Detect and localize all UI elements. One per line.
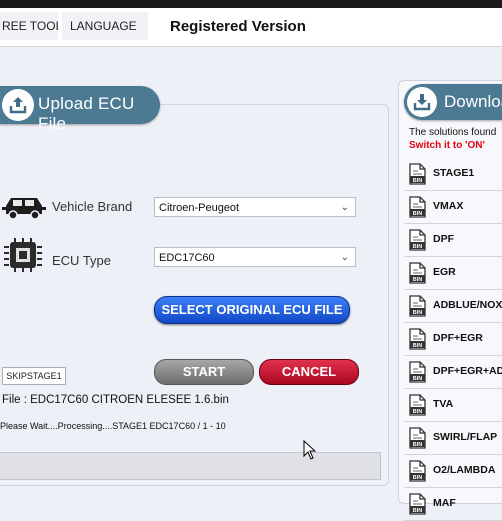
chevron-down-icon: ⌄ [340,202,349,213]
solutions-found-text: The solutions found [409,127,497,138]
bin-file-icon: BIN [406,163,428,190]
bin-file-icon: BIN [406,493,428,520]
bin-file-icon-label: BIN [413,343,423,349]
upload-icon [2,89,34,121]
solution-item[interactable]: BIN MAF [404,488,502,521]
cancel-button[interactable]: CANCEL [259,359,359,385]
vehicle-brand-label: Vehicle Brand [52,199,133,214]
vehicle-brand-select[interactable]: Citroen-Peugeot ⌄ [154,197,356,217]
top-dark-band [0,0,502,8]
bin-file-icon: BIN [406,262,428,289]
bin-file-icon-label: BIN [413,244,423,250]
solution-item[interactable]: BIN EGR [404,257,502,290]
bin-file-icon: BIN [406,394,428,421]
bin-file-icon: BIN [406,295,428,322]
bin-file-icon: BIN [406,229,428,256]
select-original-ecu-file-button[interactable]: SELECT ORIGINAL ECU FILE [154,296,350,324]
bin-file-icon-label: BIN [413,409,423,415]
solution-name: EGR [433,266,456,278]
bin-file-icon: BIN [406,328,428,355]
solution-name: ADBLUE/NOX [433,299,502,311]
ecu-type-select[interactable]: EDC17C60 ⌄ [154,247,356,267]
solution-name: TVA [433,398,454,410]
ecu-type-label: ECU Type [52,253,112,268]
solution-name: DPF+EGR [433,332,483,344]
solution-name: MAF [433,497,456,509]
solution-item[interactable]: BIN DPF [404,224,502,257]
solution-item[interactable]: BIN ADBLUE/NOX [404,290,502,323]
download-icon [407,87,437,117]
download-label: Downloa [444,92,502,111]
bin-file-icon-label: BIN [413,178,423,184]
solution-item[interactable]: BIN O2/LAMBDA [404,455,502,488]
solution-item[interactable]: BIN DPF+EGR+AD [404,356,502,389]
menu-bar: REE TOOLS LANGUAGE Registered Version [0,8,502,47]
bin-file-icon-label: BIN [413,442,423,448]
bin-file-icon: BIN [406,427,428,454]
solution-item[interactable]: BIN SWIRL/FLAP [404,422,502,455]
bin-file-icon: BIN [406,361,428,388]
skip-stage1-button[interactable]: SKIPSTAGE1 [2,367,66,385]
solution-name: DPF [433,233,454,245]
progress-bar [0,452,381,480]
menu-free-tools[interactable]: REE TOOLS [0,12,58,40]
bin-file-icon-label: BIN [413,475,423,481]
solution-item[interactable]: BIN VMAX [404,191,502,224]
solution-item[interactable]: BIN TVA [404,389,502,422]
mouse-cursor-icon [303,439,317,465]
solution-name: VMAX [433,200,464,212]
bin-file-icon: BIN [406,460,428,487]
chevron-down-icon: ⌄ [340,252,349,263]
upload-ecu-file-label: Upload ECU File [38,94,135,133]
ecu-type-value: EDC17C60 [159,252,215,264]
solution-name: DPF+EGR+AD [433,365,502,377]
bin-file-icon-label: BIN [413,376,423,382]
download-button[interactable]: Downloa [404,84,502,120]
file-name-text: File : EDC17C60 CITROEN ELESEE 1.6.bin [2,394,229,406]
processing-status-text: Please Wait....Processing....STAGE1 EDC1… [0,421,226,431]
bin-file-icon-label: BIN [413,508,423,514]
ecu-chip-icon [4,238,42,277]
solution-item[interactable]: BIN DPF+EGR [404,323,502,356]
window-title: Registered Version [170,18,306,35]
start-button[interactable]: START [154,359,254,385]
vehicle-icon [2,192,46,227]
bin-file-icon-label: BIN [413,277,423,283]
solution-item[interactable]: BIN STAGE1 [404,158,502,191]
vehicle-brand-value: Citroen-Peugeot [159,202,240,214]
bin-file-icon-label: BIN [413,211,423,217]
solution-name: O2/LAMBDA [433,464,496,476]
upload-ecu-file-button[interactable]: Upload ECU File [0,86,160,133]
solution-name: STAGE1 [433,167,475,179]
solutions-list: BIN STAGE1 BIN VMAX BIN DPF BIN EGR BIN ADBLUE/NO… [404,158,502,521]
solution-name: SWIRL/FLAP [433,431,498,443]
bin-file-icon-label: BIN [413,310,423,316]
menu-language[interactable]: LANGUAGE [62,12,148,40]
bin-file-icon: BIN [406,196,428,223]
switch-on-hint: Switch it to 'ON' [409,140,485,151]
